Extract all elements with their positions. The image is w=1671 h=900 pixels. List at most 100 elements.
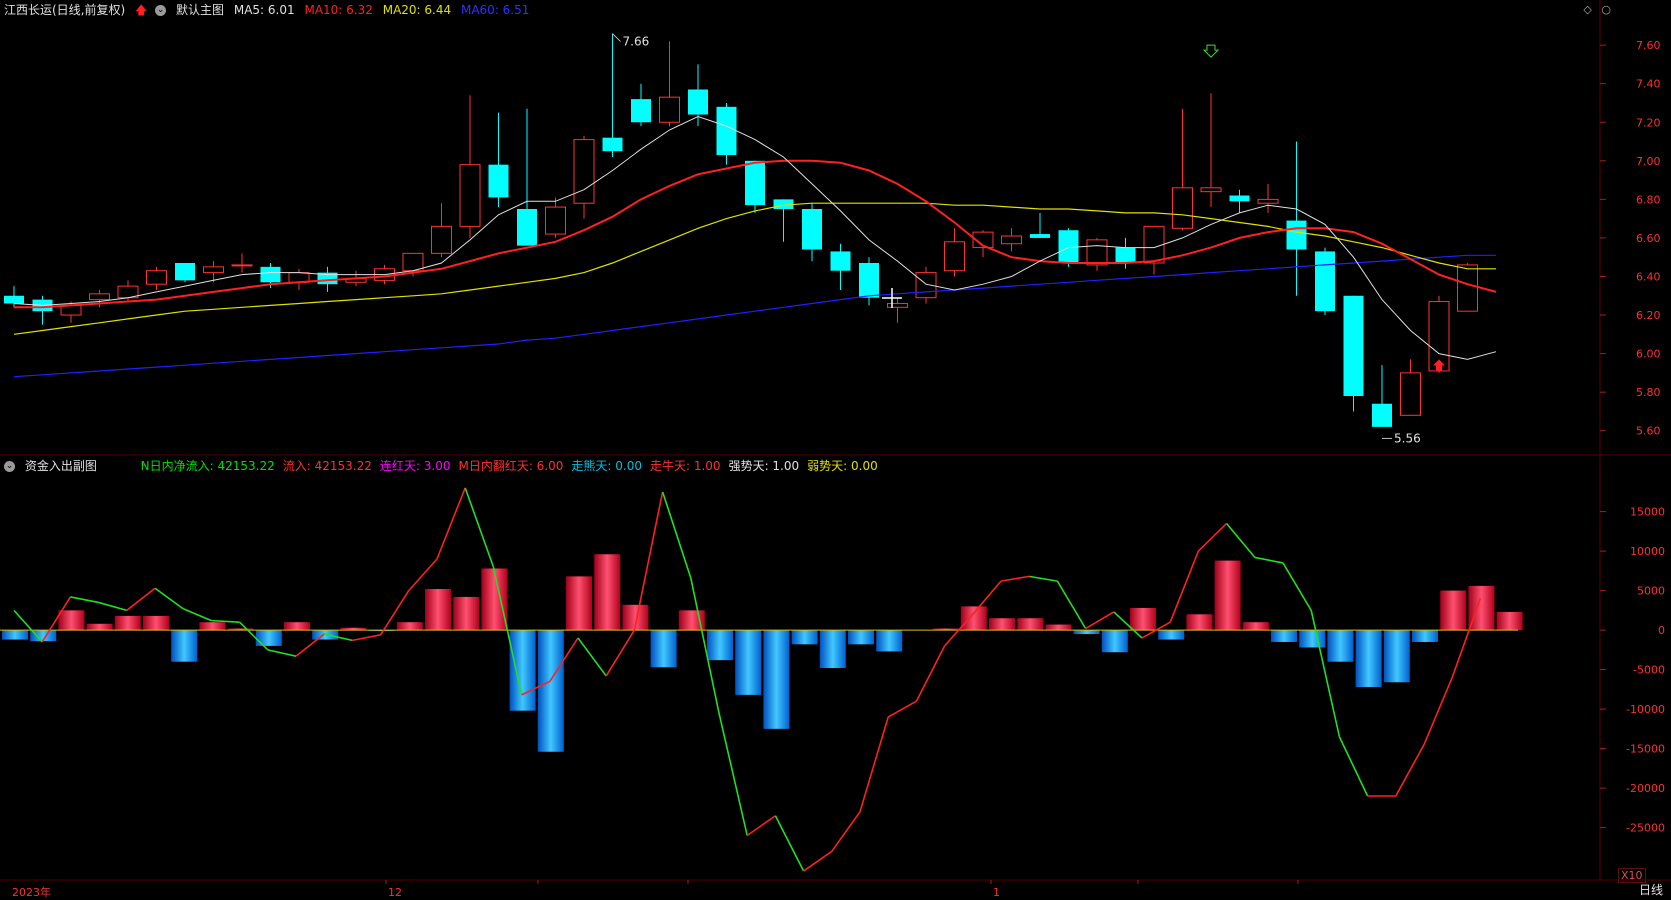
candle-body bbox=[1286, 220, 1307, 250]
candle-body bbox=[1315, 251, 1335, 312]
candle-body bbox=[260, 266, 281, 283]
net-flow-segment bbox=[182, 608, 212, 622]
flow-bar bbox=[791, 630, 818, 645]
period-tab-daily[interactable]: 日线 bbox=[1639, 881, 1663, 898]
candle-body bbox=[1457, 264, 1478, 312]
candle bbox=[1257, 183, 1279, 213]
flow-bar bbox=[396, 622, 423, 631]
chart-canvas[interactable]: 7.60 7.40 7.20 7.00 6.80 6.60 6.40 6.20 6.00 5.80… bbox=[0, 0, 1671, 900]
candle-body bbox=[802, 209, 822, 250]
flow-bar bbox=[1355, 630, 1382, 687]
net-flow-segment bbox=[1310, 610, 1341, 737]
sub-indicator-values: N日内净流入: 42153.22 流入: 42153.22 连红天: 3.00 M日内… bbox=[141, 459, 886, 473]
candle bbox=[288, 268, 310, 290]
candle-body bbox=[402, 252, 424, 272]
flow-bar bbox=[1496, 611, 1523, 631]
candle-body bbox=[459, 164, 481, 227]
flow-bar bbox=[199, 622, 226, 631]
chevron-down-icon[interactable]: ⌄ bbox=[155, 5, 167, 16]
price-tick-label: 6.40 bbox=[1636, 270, 1661, 283]
price-tick-label: 7.20 bbox=[1636, 116, 1661, 129]
flow-bar bbox=[1242, 622, 1269, 631]
candle-body bbox=[488, 164, 509, 198]
ma60-line bbox=[13, 254, 1496, 378]
high-price-label: 7.66 bbox=[623, 35, 650, 49]
candle bbox=[545, 197, 566, 238]
flow-bar bbox=[58, 610, 85, 631]
net-flow-segment bbox=[972, 580, 1002, 615]
candle bbox=[944, 228, 965, 277]
flow-bar bbox=[594, 554, 621, 631]
candle-body bbox=[688, 89, 708, 115]
flow-bar bbox=[960, 606, 987, 631]
net-flow-segment bbox=[1254, 556, 1284, 564]
net-flow-segment bbox=[633, 491, 664, 631]
net-flow-segment bbox=[70, 596, 99, 604]
net-flow-segment bbox=[464, 487, 495, 568]
diamond-icon[interactable]: ◇ bbox=[1583, 3, 1591, 16]
flow-bars-group bbox=[2, 554, 1523, 752]
candle-body bbox=[1229, 195, 1250, 202]
candle bbox=[716, 102, 737, 165]
net-flow-segment bbox=[267, 649, 297, 657]
candle bbox=[631, 83, 651, 127]
net-flow-segment bbox=[577, 637, 607, 677]
net-flow-segment bbox=[774, 815, 805, 872]
price-tick-label: 7.00 bbox=[1636, 155, 1661, 168]
candle bbox=[602, 33, 623, 157]
sub-indicator-name[interactable]: 资金入出副图 bbox=[25, 459, 97, 473]
flow-tick-label: -15000 bbox=[1626, 743, 1665, 756]
candle bbox=[1115, 237, 1136, 269]
sub-value-7: 弱势天: 0.00 bbox=[807, 459, 878, 473]
net-flow-segment bbox=[718, 712, 748, 836]
flow-tick-label: 0 bbox=[1658, 624, 1665, 637]
down-signal-arrow-icon bbox=[1202, 44, 1220, 58]
ma20-value: MA20: 6.44 bbox=[382, 3, 452, 17]
candle bbox=[1372, 365, 1392, 427]
net-flow-segment bbox=[803, 850, 833, 872]
sub-value-0: N日内净流入: 42153.22 bbox=[140, 459, 275, 473]
candle-body bbox=[1372, 403, 1392, 427]
main-chart-header: 江西长运(日线,前复权) 🡅 ⌄ 默认主图 MA5: 6.01 MA10: 6.… bbox=[0, 0, 535, 20]
main-indicator-name[interactable]: 默认主图 bbox=[176, 3, 224, 17]
flow-bar bbox=[1299, 630, 1326, 648]
candle bbox=[659, 41, 680, 127]
candle bbox=[745, 160, 765, 213]
ma5-line bbox=[13, 115, 1497, 360]
candle bbox=[972, 230, 994, 258]
flow-bar bbox=[1101, 630, 1128, 653]
stock-name[interactable]: 江西长运(日线,前复权) bbox=[4, 3, 125, 17]
candle-body bbox=[146, 270, 167, 285]
candle bbox=[488, 112, 509, 208]
flow-bar bbox=[2, 630, 28, 640]
net-flow-segment bbox=[408, 558, 438, 592]
flow-bar bbox=[1017, 618, 1044, 631]
candle-body bbox=[1115, 247, 1136, 263]
candle-body bbox=[1200, 187, 1222, 193]
candle-body bbox=[1086, 239, 1108, 266]
net-flow-segment bbox=[1197, 522, 1228, 552]
candle-body bbox=[716, 106, 737, 156]
price-tick-label: 6.60 bbox=[1636, 232, 1661, 245]
flow-bar bbox=[650, 630, 677, 668]
circle-icon[interactable]: ○ bbox=[1601, 3, 1611, 16]
candle bbox=[573, 135, 595, 219]
candle-body bbox=[4, 295, 24, 304]
candle-body bbox=[573, 139, 595, 204]
flow-bar bbox=[566, 576, 592, 631]
price-tick-label: 6.20 bbox=[1636, 309, 1661, 322]
flow-bar bbox=[453, 596, 480, 631]
net-flow-segment bbox=[1282, 562, 1312, 611]
flow-bar bbox=[1045, 624, 1072, 631]
net-flow-segment bbox=[831, 811, 861, 852]
candle bbox=[231, 253, 253, 273]
top-right-tools: ◇ ○ bbox=[1577, 3, 1611, 16]
candle bbox=[1315, 247, 1335, 316]
candle bbox=[459, 95, 481, 238]
net-flow-segment bbox=[436, 487, 466, 560]
candle bbox=[1200, 93, 1222, 208]
candle-body bbox=[545, 206, 566, 235]
chevron-down-icon[interactable]: ⌄ bbox=[4, 461, 15, 472]
net-flow-segment bbox=[1000, 575, 1030, 582]
flow-bar bbox=[819, 630, 846, 669]
